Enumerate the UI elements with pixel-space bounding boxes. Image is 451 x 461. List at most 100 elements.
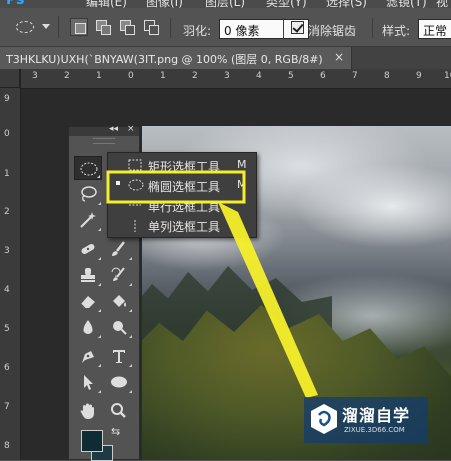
close-icon[interactable]: ×	[127, 124, 135, 134]
submenu-indicator	[97, 175, 100, 178]
menu-item-single-row-marquee[interactable]: 单行选框工具	[108, 195, 256, 215]
ruler-vertical[interactable]: 9 0 1 2 3 4 5 6 7 8	[0, 69, 21, 460]
document-title: T3HKLKU)UXH(`BNYAW(3IT.png @ 100% (图层 0,…	[6, 53, 323, 66]
pointer-icon	[84, 375, 93, 390]
watermark-subtitle: ZIXUE.3D66.COM	[344, 426, 405, 434]
dodge-icon	[113, 321, 127, 335]
brush-tool[interactable]	[105, 237, 133, 261]
lasso-tool[interactable]	[74, 182, 102, 206]
ellipse-marquee-tool[interactable]	[74, 156, 102, 180]
tool-preset-picker[interactable]	[6, 16, 59, 38]
menu-item-shortcut: M	[237, 158, 247, 171]
ruler-tick-label: 1	[96, 71, 102, 81]
subtract-from-selection-button[interactable]	[118, 18, 136, 36]
healing-brush-tool[interactable]	[74, 237, 102, 261]
submenu-indicator	[98, 202, 101, 205]
type-tool[interactable]	[105, 344, 133, 368]
ruler-tick-label: 4	[256, 71, 262, 81]
ruler-tick-label: 5	[288, 71, 294, 81]
selected-indicator	[116, 181, 120, 185]
path-selection-tool[interactable]	[74, 370, 102, 394]
ruler-tick-label: 7	[352, 71, 358, 81]
antialias-label: 消除锯齿	[308, 24, 357, 38]
ruler-tick-label: 2	[64, 71, 70, 81]
collapse-icon[interactable]: ◂◂	[109, 124, 118, 134]
menu-item-label: 单列选框工具	[148, 220, 221, 234]
menu-item-single-column-marquee[interactable]: 单列选框工具	[108, 215, 256, 235]
antialias-checkbox[interactable]	[291, 21, 304, 34]
submenu-indicator	[98, 257, 101, 260]
submenu-indicator	[129, 390, 132, 393]
menu-item-rect-marquee[interactable]: 矩形选框工具 M	[108, 155, 256, 175]
eraser-tool[interactable]	[74, 289, 102, 313]
ruler-tick-label: 2	[4, 207, 10, 217]
add-to-selection-button[interactable]	[94, 18, 112, 36]
ruler-tick-label: 3	[224, 71, 230, 81]
intersect-selection-button[interactable]	[142, 18, 160, 36]
type-icon	[113, 350, 125, 363]
close-icon[interactable]: ×	[334, 50, 344, 64]
ruler-tick-label: 4	[4, 285, 10, 295]
menu-layer[interactable]: 图层(L)	[205, 0, 245, 8]
menu-bar: Ps 编辑(E) 图像(I) 图层(L) 类型(Y) 选择(S) 滤镜(T) 视…	[0, 0, 451, 8]
style-label: 样式:	[382, 24, 411, 38]
blur-tool[interactable]	[74, 315, 102, 339]
tools-panel-header[interactable]: ◂◂ ×	[69, 124, 139, 136]
zoom-tool[interactable]	[105, 399, 133, 423]
submenu-indicator	[98, 390, 101, 393]
menu-select[interactable]: 选择(S)	[326, 0, 367, 8]
magic-wand-icon	[80, 212, 96, 228]
ruler-horizontal[interactable]: 3 2 1 0 1 2 3 4 5 6 7 8 9 10	[20, 69, 451, 89]
hand-tool[interactable]	[74, 399, 102, 423]
new-selection-button[interactable]	[70, 18, 88, 36]
dodge-tool[interactable]	[105, 315, 133, 339]
submenu-indicator	[98, 283, 101, 286]
ruler-tick-label: 3	[32, 71, 38, 81]
history-brush-tool[interactable]	[105, 263, 133, 287]
document-tab-bar: T3HKLKU)UXH(`BNYAW(3IT.png @ 100% (图层 0,…	[0, 47, 451, 69]
single-column-marquee-icon	[134, 220, 136, 232]
ruler-tick-label: 2	[192, 71, 198, 81]
pen-tool[interactable]	[74, 344, 102, 368]
menu-item-shortcut: M	[237, 178, 247, 191]
ruler-tick-label: 8	[384, 71, 390, 81]
ellipse-shape-tool[interactable]	[105, 370, 133, 394]
ruler-tick-label: 1	[4, 169, 10, 179]
menu-item-label: 单行选框工具	[148, 200, 221, 214]
ellipse-marquee-icon	[128, 179, 144, 191]
menu-item-ellipse-marquee[interactable]: 椭圆选框工具 M	[108, 175, 256, 195]
eraser-icon	[80, 296, 95, 309]
drag-handle[interactable]	[93, 138, 115, 144]
zoom-icon	[111, 403, 126, 418]
style-select[interactable]: 正常	[418, 19, 451, 39]
menu-image[interactable]: 图像(I)	[146, 0, 183, 8]
watermark: 溜溜自学 ZIXUE.3D66.COM	[304, 397, 428, 443]
menu-item-label: 椭圆选框工具	[148, 180, 221, 194]
menu-type[interactable]: 类型(Y)	[266, 0, 307, 8]
menu-filter[interactable]: 滤镜(T)	[386, 0, 427, 8]
ruler-tick-label: 9	[416, 71, 422, 81]
submenu-indicator	[98, 335, 101, 338]
drop-icon	[83, 320, 93, 334]
bandage-icon	[81, 244, 95, 254]
menu-edit[interactable]: 编辑(E)	[86, 0, 127, 8]
paint-bucket-tool[interactable]	[105, 289, 133, 313]
marquee-tools-flyout: 矩形选框工具 M 椭圆选框工具 M 单行选框工具 单列选框工具	[107, 152, 257, 238]
ellipse-shape-icon	[111, 376, 127, 388]
document-tab[interactable]: T3HKLKU)UXH(`BNYAW(3IT.png @ 100% (图层 0,…	[0, 47, 352, 69]
ruler-origin[interactable]	[0, 69, 20, 88]
history-brush-icon	[111, 267, 125, 281]
quick-selection-tool[interactable]	[74, 208, 102, 232]
clone-stamp-tool[interactable]	[74, 263, 102, 287]
ruler-tick-label: 10	[444, 71, 451, 81]
menu-item-label: 矩形选框工具	[148, 160, 221, 174]
ruler-tick-label: 5	[4, 324, 10, 334]
ruler-tick-label: 8	[4, 441, 10, 451]
menu-view[interactable]: 视图	[436, 0, 451, 8]
ellipse-marquee-icon	[16, 21, 34, 33]
foreground-color-swatch[interactable]	[81, 430, 103, 452]
ruler-tick-label: 6	[4, 363, 10, 373]
ruler-tick-label: 9	[4, 94, 10, 104]
add-selection-icon-part	[101, 25, 111, 35]
swap-colors-icon[interactable]: ⇆	[111, 425, 120, 438]
